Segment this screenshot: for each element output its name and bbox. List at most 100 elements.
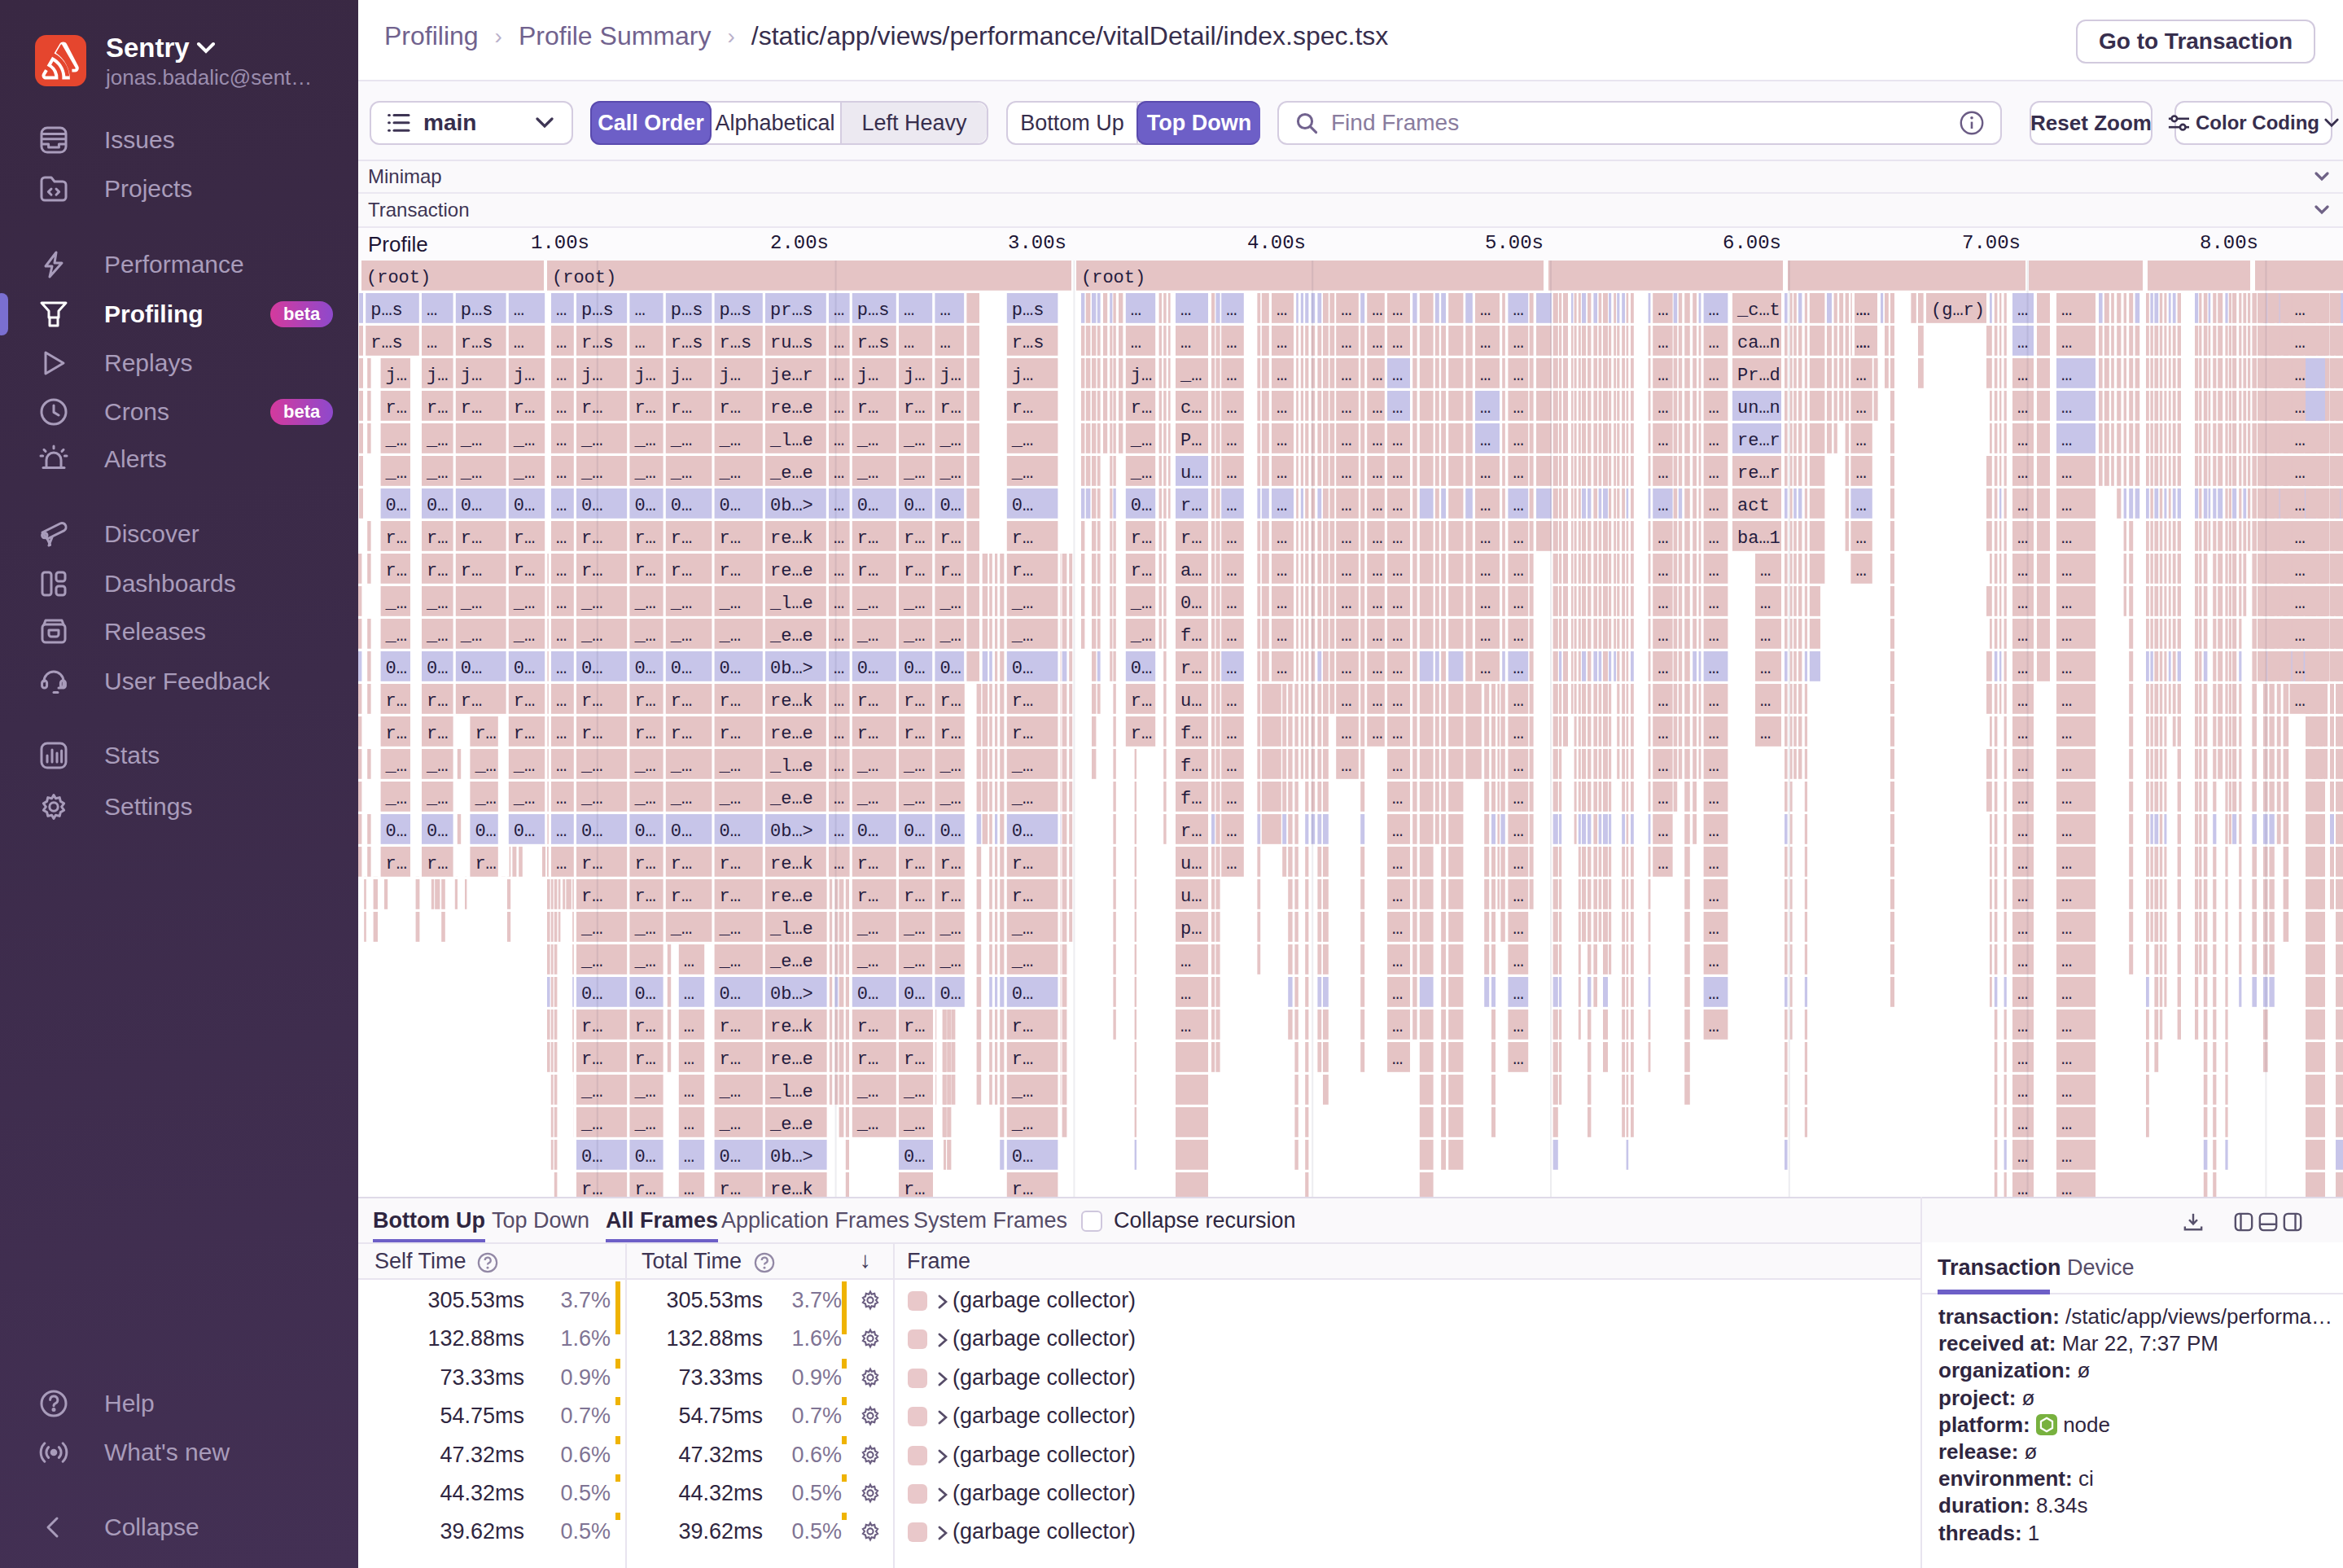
- svg-text:…: …: [1513, 593, 1523, 614]
- svg-text:_…: _…: [460, 431, 482, 451]
- svg-text:_…: _…: [580, 919, 602, 939]
- svg-text:_…: _…: [633, 1115, 655, 1135]
- svg-text:Pr…d: Pr…d: [1737, 366, 1780, 386]
- svg-text:…: …: [2061, 756, 2072, 777]
- svg-text:…: …: [1513, 724, 1523, 744]
- svg-text:…: …: [1372, 724, 1382, 744]
- svg-text:r…: r…: [671, 561, 692, 581]
- svg-text:…: …: [1277, 593, 1287, 614]
- svg-text:…: …: [634, 300, 645, 321]
- svg-text:…: …: [1392, 431, 1403, 451]
- svg-text:r…: r…: [581, 724, 602, 744]
- svg-text:_…: _…: [580, 431, 602, 451]
- svg-text:…: …: [1709, 821, 1719, 842]
- svg-text:r…: r…: [671, 691, 692, 712]
- svg-text:…: …: [1513, 691, 1523, 712]
- svg-text:r…: r…: [720, 1017, 741, 1037]
- svg-text:_…: _…: [1011, 756, 1033, 777]
- svg-text:0…: 0…: [1012, 496, 1033, 516]
- svg-text:…: …: [2295, 496, 2306, 516]
- svg-text:0…: 0…: [904, 496, 925, 516]
- svg-text:r…: r…: [857, 561, 878, 581]
- svg-text:r…: r…: [514, 398, 535, 418]
- svg-text:…: …: [1392, 366, 1403, 386]
- svg-text:r…: r…: [514, 724, 535, 744]
- svg-text:0…: 0…: [1012, 1147, 1033, 1167]
- svg-text:…: …: [1513, 333, 1523, 353]
- svg-text:0…: 0…: [1131, 659, 1152, 679]
- svg-text:_…: _…: [903, 626, 925, 646]
- svg-text:…: …: [1180, 1017, 1191, 1037]
- svg-text:…: …: [2017, 398, 2028, 418]
- svg-text:…: …: [1760, 593, 1771, 614]
- svg-text:…: …: [556, 463, 567, 484]
- svg-text:…: …: [1658, 789, 1668, 809]
- svg-text:r…: r…: [720, 854, 741, 874]
- svg-text:r…s: r…s: [370, 333, 403, 353]
- svg-text:0…: 0…: [939, 821, 961, 842]
- svg-text:r…: r…: [1180, 528, 1202, 549]
- svg-text:0…: 0…: [939, 496, 961, 516]
- svg-text:…: …: [1131, 300, 1141, 321]
- svg-text:r…: r…: [939, 854, 961, 874]
- svg-text:_…: _…: [719, 789, 741, 809]
- svg-text:_…: _…: [903, 431, 925, 451]
- svg-text:0…: 0…: [671, 496, 692, 516]
- svg-text:…: …: [2061, 789, 2072, 809]
- svg-text:r…: r…: [1180, 821, 1202, 842]
- svg-text:r…: r…: [671, 724, 692, 744]
- svg-text:_…: _…: [939, 593, 961, 614]
- svg-text:…: …: [2017, 528, 2028, 549]
- svg-text:r…: r…: [634, 724, 655, 744]
- svg-text:…: …: [2017, 887, 2028, 907]
- svg-text:…: …: [1392, 854, 1403, 874]
- svg-text:0…: 0…: [634, 1147, 655, 1167]
- svg-text:r…s: r…s: [720, 333, 752, 353]
- svg-text:…: …: [2017, 854, 2028, 874]
- svg-text:0…: 0…: [720, 984, 741, 1005]
- svg-text:r…: r…: [581, 854, 602, 874]
- svg-text:0…: 0…: [720, 496, 741, 516]
- svg-text:…: …: [2061, 593, 2072, 614]
- svg-text:…: …: [556, 366, 567, 386]
- svg-text:…: …: [556, 398, 567, 418]
- svg-text:_…: _…: [719, 1082, 741, 1102]
- svg-text:0…: 0…: [939, 659, 961, 679]
- svg-text:…: …: [556, 528, 567, 549]
- svg-text:_…: _…: [903, 789, 925, 809]
- svg-text:r…: r…: [671, 887, 692, 907]
- svg-text:…: …: [1392, 659, 1403, 679]
- svg-text:r…: r…: [386, 561, 407, 581]
- svg-text:0…: 0…: [386, 496, 407, 516]
- svg-text:r…: r…: [1131, 724, 1152, 744]
- svg-text:0b…>: 0b…>: [770, 659, 813, 679]
- svg-text:…: …: [1392, 528, 1403, 549]
- svg-text:…: …: [1392, 496, 1403, 516]
- svg-text:…: …: [1392, 561, 1403, 581]
- svg-text:…: …: [1709, 756, 1719, 777]
- svg-text:…: …: [1372, 691, 1382, 712]
- svg-text:r…: r…: [939, 691, 961, 712]
- svg-text:r…: r…: [475, 854, 496, 874]
- svg-text:…: …: [684, 952, 694, 972]
- svg-text:0…: 0…: [904, 1147, 925, 1167]
- svg-text:…: …: [1392, 593, 1403, 614]
- svg-text:p…s: p…s: [720, 300, 752, 321]
- svg-text:r…: r…: [720, 398, 741, 418]
- svg-text:…: …: [1480, 561, 1491, 581]
- svg-text:_…: _…: [513, 626, 535, 646]
- svg-text:_l…e: _l…e: [769, 919, 813, 939]
- svg-text:_…: _…: [856, 626, 878, 646]
- svg-text:_…: _…: [856, 919, 878, 939]
- svg-text:0…: 0…: [514, 496, 535, 516]
- svg-text:r…: r…: [581, 1017, 602, 1037]
- svg-text:…: …: [556, 561, 567, 581]
- svg-text:un…n: un…n: [1737, 398, 1780, 418]
- svg-text:…: …: [1513, 431, 1523, 451]
- svg-text:…: …: [1513, 1017, 1523, 1037]
- svg-text:0…: 0…: [634, 821, 655, 842]
- svg-text:r…: r…: [1131, 691, 1152, 712]
- svg-text:_…: _…: [474, 789, 496, 809]
- svg-text:…: …: [1226, 691, 1237, 712]
- svg-text:ba…1: ba…1: [1737, 528, 1780, 549]
